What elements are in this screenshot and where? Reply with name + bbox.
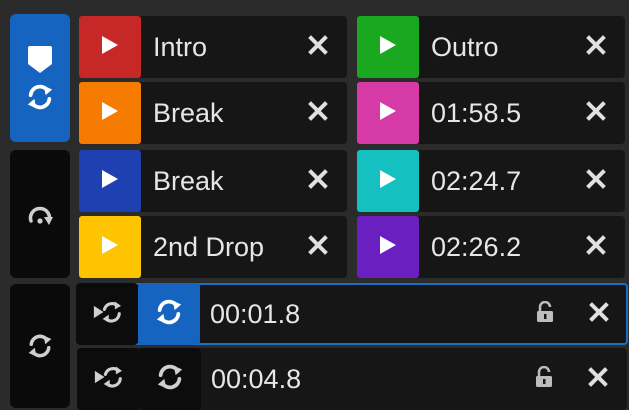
loop-arrows-icon: [26, 332, 54, 360]
cue-mode-button[interactable]: [10, 14, 70, 142]
hotcue-label: Intro: [153, 31, 208, 62]
hotcue-play-button[interactable]: [79, 150, 141, 212]
hotcue-label: 02:24.7: [431, 165, 522, 196]
delete-hotcue-button[interactable]: [567, 35, 625, 60]
hotcue-7[interactable]: 2nd Drop: [79, 216, 347, 278]
hotcue-1[interactable]: Intro: [79, 16, 347, 78]
close-x-icon: [308, 235, 328, 260]
loop-jump-button[interactable]: [77, 348, 139, 410]
play-icon: [101, 35, 119, 60]
delete-hotcue-button[interactable]: [289, 235, 347, 260]
hotcue-6[interactable]: 02:24.7: [357, 150, 625, 212]
play-icon: [101, 169, 119, 194]
hotcue-play-button[interactable]: [357, 16, 419, 78]
saved-loop-mode-button[interactable]: [10, 150, 70, 278]
delete-hotcue-button[interactable]: [567, 169, 625, 194]
delete-hotcue-button[interactable]: [289, 169, 347, 194]
hotcue-play-button[interactable]: [357, 82, 419, 144]
loop-jump-icon: [93, 363, 123, 396]
loop-roll-icon: [26, 201, 54, 227]
hotcue-label: Break: [153, 165, 224, 196]
hotcue-label: Outro: [431, 31, 499, 62]
hotcue-2[interactable]: Outro: [357, 16, 625, 78]
hotcue-play-button[interactable]: [79, 16, 141, 78]
close-x-icon: [589, 302, 609, 327]
loop-arrows-icon: [154, 297, 184, 332]
close-x-icon: [586, 101, 606, 126]
close-x-icon: [308, 101, 328, 126]
delete-hotcue-button[interactable]: [567, 235, 625, 260]
hotcue-8[interactable]: 02:26.2: [357, 216, 625, 278]
loop-jump-icon: [92, 298, 122, 331]
hotcue-label: 01:58.5: [431, 97, 522, 128]
loop-activate-button[interactable]: [138, 283, 200, 345]
delete-hotcue-button[interactable]: [289, 101, 347, 126]
loop-arrows-icon: [155, 362, 185, 397]
delete-hotcue-button[interactable]: [567, 101, 625, 126]
delete-loop-button[interactable]: [569, 367, 627, 392]
cue-tag-icon: [27, 44, 53, 74]
play-icon: [379, 169, 397, 194]
loop-jump-button[interactable]: [76, 283, 138, 345]
hotcue-play-button[interactable]: [357, 216, 419, 278]
close-x-icon: [308, 35, 328, 60]
play-icon: [379, 101, 397, 126]
saved-loop-row[interactable]: 00:04.8: [77, 348, 627, 410]
delete-hotcue-button[interactable]: [289, 35, 347, 60]
loops-mode-button[interactable]: [10, 284, 70, 408]
play-icon: [379, 35, 397, 60]
padlock-icon: [535, 301, 555, 328]
hotcue-label: Break: [153, 97, 224, 128]
play-icon: [101, 101, 119, 126]
play-icon: [101, 235, 119, 260]
loop-length: 00:01.8: [210, 298, 301, 329]
close-x-icon: [586, 235, 606, 260]
close-x-icon: [586, 35, 606, 60]
hotcue-play-button[interactable]: [79, 216, 141, 278]
hotcue-3[interactable]: Break: [79, 82, 347, 144]
close-x-icon: [308, 169, 328, 194]
hotcue-play-button[interactable]: [79, 82, 141, 144]
hotcue-label: 2nd Drop: [153, 231, 265, 262]
delete-loop-button[interactable]: [570, 302, 628, 327]
hotcue-label: 02:26.2: [431, 231, 522, 262]
loop-lock-button[interactable]: [519, 366, 569, 393]
hotcue-play-button[interactable]: [357, 150, 419, 212]
loop-activate-button[interactable]: [139, 348, 201, 410]
loop-lock-button[interactable]: [520, 301, 570, 328]
padlock-icon: [534, 366, 554, 393]
hotcue-4[interactable]: 01:58.5: [357, 82, 625, 144]
close-x-icon: [588, 367, 608, 392]
saved-loop-row[interactable]: 00:01.8: [76, 283, 628, 345]
loop-arrows-icon: [25, 82, 55, 112]
close-x-icon: [586, 169, 606, 194]
hotcue-5[interactable]: Break: [79, 150, 347, 212]
play-icon: [379, 235, 397, 260]
loop-length: 00:04.8: [211, 363, 302, 394]
